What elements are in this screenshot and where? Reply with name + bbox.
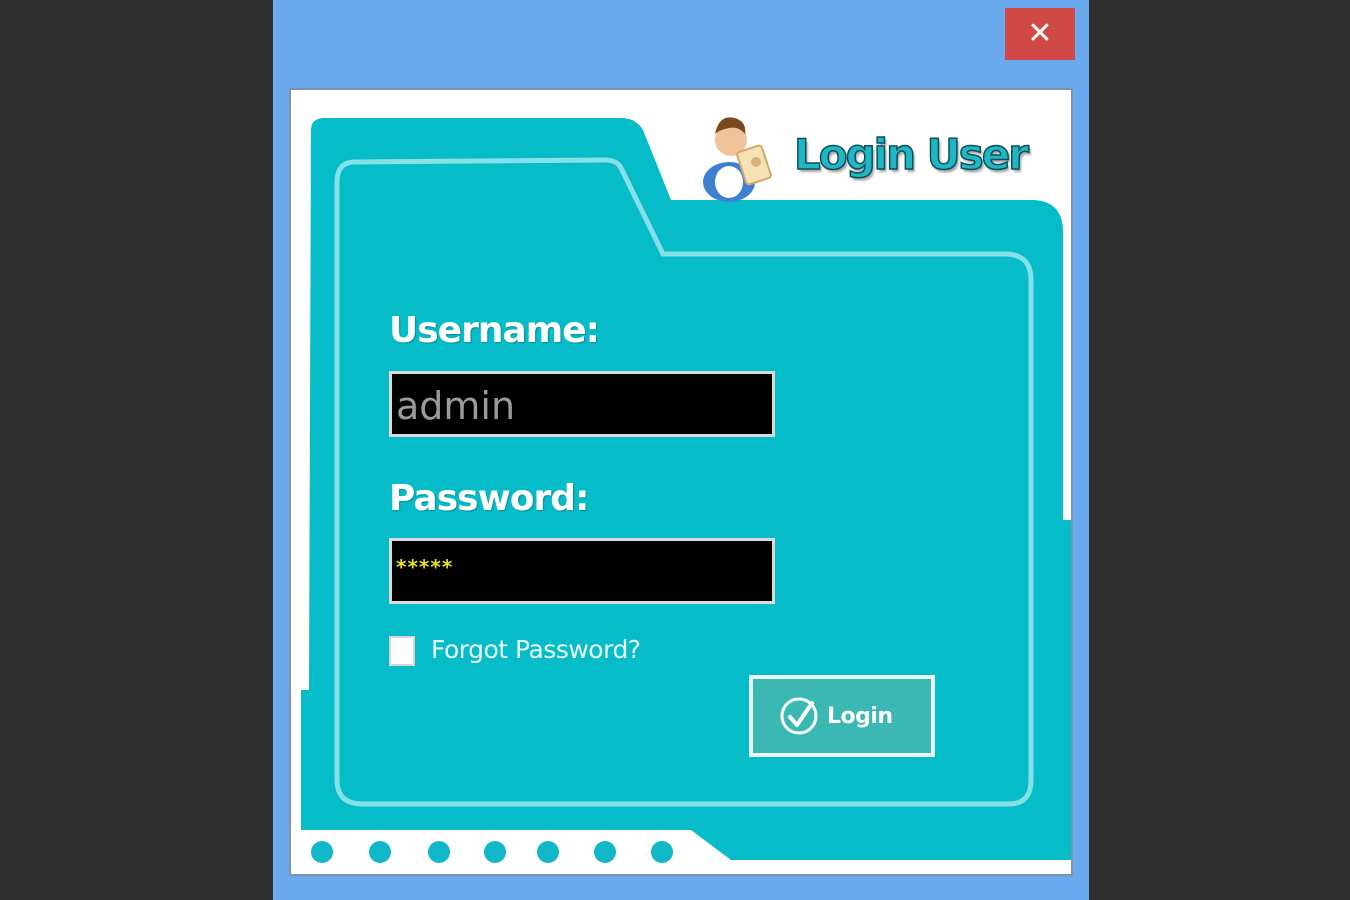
username-field[interactable]: admin: [389, 371, 775, 437]
decor-dot: [537, 841, 559, 863]
decor-dot: [311, 841, 333, 863]
password-mask: *****: [396, 555, 454, 579]
login-panel: Login User Username: admin Password: ***…: [289, 88, 1073, 876]
login-button[interactable]: Login: [749, 675, 935, 757]
username-value: admin: [396, 384, 516, 428]
password-label: Password:: [389, 478, 589, 519]
decor-dot: [428, 841, 450, 863]
decor-dot: [651, 841, 673, 863]
login-button-label: Login: [827, 703, 893, 729]
close-button[interactable]: ✕: [1005, 8, 1075, 60]
username-label: Username:: [389, 310, 600, 351]
close-icon: ✕: [1027, 16, 1053, 51]
password-field[interactable]: *****: [389, 538, 775, 604]
decor-dot: [369, 841, 391, 863]
decor-dot: [484, 841, 506, 863]
decor-dot: [594, 841, 616, 863]
login-window: ✕ Login User Username: admin Password: *…: [273, 0, 1089, 900]
user-key-icon: [703, 117, 772, 202]
check-circle-icon: [780, 697, 818, 735]
forgot-password-checkbox[interactable]: [389, 636, 415, 666]
forgot-password-label[interactable]: Forgot Password?: [431, 635, 641, 664]
header-title: Login User: [793, 129, 1029, 180]
